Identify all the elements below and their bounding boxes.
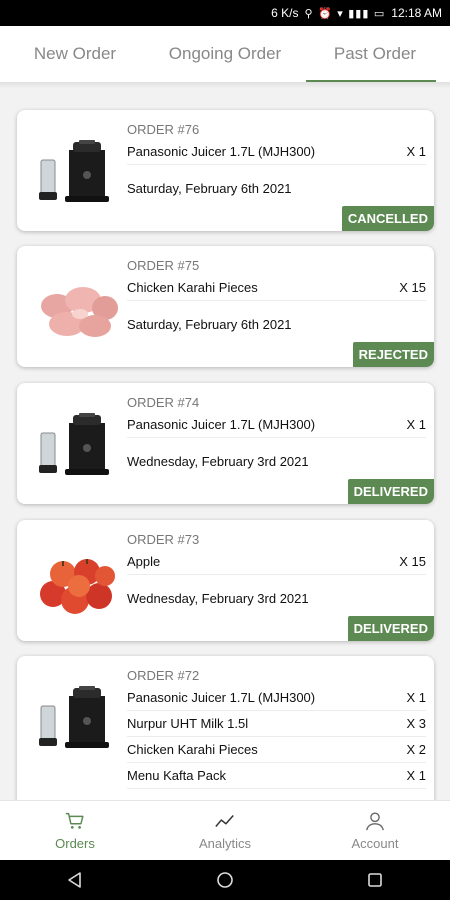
order-number: ORDER #72 <box>127 668 200 683</box>
tab-label: Ongoing Order <box>168 44 282 63</box>
item-name: Chicken Karahi Pieces <box>127 280 258 295</box>
network-speed: 6 K/s <box>271 6 299 20</box>
back-icon[interactable] <box>65 870 85 890</box>
tab-past-order[interactable]: Past Order <box>300 26 450 82</box>
order-list[interactable]: ORDER #76 Panasonic Juicer 1.7L (MJH300)… <box>0 88 450 800</box>
order-number: ORDER #76 <box>127 122 200 137</box>
item-quantity: X 3 <box>406 716 426 731</box>
order-date: Wednesday, February 3rd 2021 <box>127 453 309 469</box>
item-quantity: X 1 <box>406 144 426 159</box>
item-quantity: X 15 <box>399 280 426 295</box>
order-number: ORDER #74 <box>127 395 200 410</box>
user-icon <box>366 812 384 831</box>
order-details: ORDER #74 Panasonic Juicer 1.7L (MJH300)… <box>127 395 426 474</box>
chicken-pieces-thumbnail <box>41 287 118 337</box>
item-quantity: X 15 <box>399 554 426 569</box>
order-tabs: New Order Ongoing Order Past Order <box>0 26 450 82</box>
order-details: ORDER #76 Panasonic Juicer 1.7L (MJH300)… <box>127 122 426 201</box>
order-date: Saturday, February 6th 2021 <box>127 316 292 332</box>
order-details: ORDER #73 Apple X 15 Wednesday, February… <box>127 532 426 611</box>
order-card[interactable]: ORDER #72 Panasonic Juicer 1.7L (MJH300)… <box>17 656 434 800</box>
order-number: ORDER #75 <box>127 258 200 273</box>
nav-account[interactable]: Account <box>300 801 450 860</box>
item-name: Apple <box>127 554 161 569</box>
order-card[interactable]: ORDER #73 Apple X 15 Wednesday, February… <box>17 520 434 641</box>
item-name: Panasonic Juicer 1.7L (MJH300) <box>127 690 316 705</box>
order-details: ORDER #72 Panasonic Juicer 1.7L (MJH300)… <box>127 668 426 789</box>
bottom-navigation: Orders Analytics Account <box>0 800 450 860</box>
order-details: ORDER #75 Chicken Karahi Pieces X 15 Sat… <box>127 258 426 337</box>
analytics-icon <box>215 815 234 827</box>
order-item-row: Panasonic Juicer 1.7L (MJH300) X 1 <box>127 412 426 438</box>
order-number: ORDER #73 <box>127 532 200 547</box>
order-date: Wednesday, February 3rd 2021 <box>127 590 309 606</box>
status-badge: DELIVERED <box>347 479 434 504</box>
home-icon[interactable] <box>215 870 235 890</box>
status-badge: DELIVERED <box>347 616 434 641</box>
nav-analytics[interactable]: Analytics <box>150 801 300 860</box>
status-icons: ⚲ ⏰ ▾ ▮▮▮ ▭ <box>304 6 386 20</box>
tab-label: New Order <box>33 44 117 63</box>
cart-icon <box>65 812 84 829</box>
order-date: Saturday, February 6th 2021 <box>127 180 292 196</box>
order-card[interactable]: ORDER #76 Panasonic Juicer 1.7L (MJH300)… <box>17 110 434 231</box>
order-item-row: Panasonic Juicer 1.7L (MJH300) X 1 <box>127 685 426 711</box>
order-item-row: Menu Kafta Pack X 1 <box>127 763 426 789</box>
item-name: Nurpur UHT Milk 1.5l <box>127 716 249 731</box>
tab-ongoing-order[interactable]: Ongoing Order <box>150 26 300 82</box>
tab-new-order[interactable]: New Order <box>0 26 150 82</box>
item-name: Menu Kafta Pack <box>127 768 226 783</box>
clock: 12:18 AM <box>391 6 442 20</box>
order-item-row: Panasonic Juicer 1.7L (MJH300) X 1 <box>127 139 426 165</box>
status-bar: 6 K/s ⚲ ⏰ ▾ ▮▮▮ ▭ 12:18 AM <box>0 0 450 26</box>
item-name: Chicken Karahi Pieces <box>127 742 258 757</box>
status-badge: REJECTED <box>352 342 434 367</box>
tab-label: Past Order <box>333 44 417 63</box>
nav-label: Analytics <box>198 836 252 851</box>
item-quantity: X 1 <box>406 417 426 432</box>
apples-thumbnail <box>40 559 115 614</box>
item-quantity: X 1 <box>406 690 426 705</box>
system-navigation-bar <box>0 860 450 900</box>
status-badge: CANCELLED <box>341 206 434 231</box>
nav-label: Account <box>351 836 399 851</box>
order-card[interactable]: ORDER #74 Panasonic Juicer 1.7L (MJH300)… <box>17 383 434 504</box>
order-card[interactable]: ORDER #75 Chicken Karahi Pieces X 15 Sat… <box>17 246 434 367</box>
order-item-row: Chicken Karahi Pieces X 2 <box>127 737 426 763</box>
juicer-thumbnail <box>39 413 109 475</box>
order-item-row: Nurpur UHT Milk 1.5l X 3 <box>127 711 426 737</box>
nav-label: Orders <box>55 836 95 851</box>
item-quantity: X 2 <box>406 742 426 757</box>
item-name: Panasonic Juicer 1.7L (MJH300) <box>127 144 316 159</box>
item-name: Panasonic Juicer 1.7L (MJH300) <box>127 417 316 432</box>
item-quantity: X 1 <box>406 768 426 783</box>
juicer-thumbnail <box>39 140 109 202</box>
nav-orders[interactable]: Orders <box>0 801 150 860</box>
order-item-row: Apple X 15 <box>127 549 426 575</box>
juicer-thumbnail <box>39 686 109 748</box>
recents-icon[interactable] <box>365 870 385 890</box>
order-item-row: Chicken Karahi Pieces X 15 <box>127 275 426 301</box>
